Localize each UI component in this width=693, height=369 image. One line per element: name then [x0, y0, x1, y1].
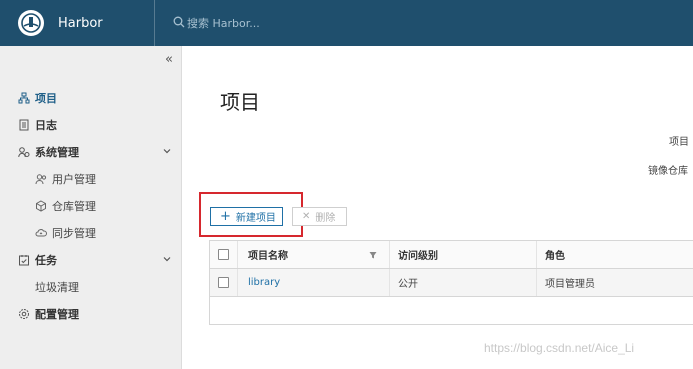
project-name-cell: library [238, 269, 390, 296]
chevron-down-icon[interactable] [162, 146, 172, 159]
select-all-checkbox[interactable] [218, 249, 229, 260]
table-row[interactable]: library 公开 项目管理员 [210, 269, 693, 297]
column-header-name[interactable]: 项目名称 [238, 241, 390, 268]
sidebar-item-config[interactable]: 配置管理 [0, 300, 182, 327]
sidebar-item-users[interactable]: 用户管理 [0, 165, 182, 192]
watermark: https://blog.csdn.net/Aice_Li [484, 341, 635, 355]
sidebar-item-label: 项目 [35, 91, 57, 105]
new-project-button[interactable]: + 新建项目 [210, 207, 283, 226]
search-input[interactable] [187, 16, 347, 30]
harbor-logo-icon [18, 10, 44, 36]
sidebar-item-label: 同步管理 [52, 226, 96, 240]
sidebar-item-logs[interactable]: 日志 [0, 111, 182, 138]
select-all-cell [210, 241, 238, 268]
log-icon [18, 119, 30, 131]
delete-label: 删除 [315, 213, 336, 224]
stat-repos-label: 镜像仓库 [648, 166, 688, 177]
chevron-down-icon[interactable] [162, 254, 172, 267]
config-icon [18, 308, 30, 320]
sidebar-nav: 项目 日志 系统管理 用户管理 仓库管理 同步管理 任务 垃圾清理 配置管理 [0, 84, 182, 327]
registry-icon [35, 199, 47, 212]
sidebar-item-label: 用户管理 [52, 172, 96, 186]
project-table: 项目名称 访问级别 角色 library 公开 项目管理员 [209, 240, 693, 325]
sidebar-item-label: 垃圾清理 [35, 280, 79, 294]
app-name: Harbor [58, 15, 103, 31]
close-icon: ✕ [302, 211, 311, 222]
project-icon [18, 92, 30, 104]
column-header-label: 角色 [545, 251, 565, 262]
column-header-access[interactable]: 访问级别 [390, 241, 537, 268]
new-project-label: 新建项目 [235, 213, 276, 224]
user-icon [35, 173, 47, 185]
sidebar-item-gc[interactable]: 垃圾清理 [0, 273, 182, 300]
sidebar-item-label: 任务 [35, 253, 57, 267]
search-icon [173, 16, 185, 31]
sidebar-item-label: 仓库管理 [52, 199, 96, 213]
column-header-label: 项目名称 [248, 251, 288, 262]
task-icon [18, 254, 30, 266]
sidebar-item-admin[interactable]: 系统管理 [0, 138, 182, 165]
brand[interactable]: Harbor [0, 0, 155, 46]
sidebar: « 项目 日志 系统管理 用户管理 仓库管理 同步管理 任务 垃圾清理 配置管理 [0, 46, 182, 369]
global-search[interactable] [155, 0, 347, 46]
project-name-link[interactable]: library [248, 277, 280, 288]
plus-icon: + [220, 209, 231, 224]
table-header: 项目名称 访问级别 角色 [210, 241, 693, 269]
replication-icon [35, 227, 47, 239]
filter-icon[interactable] [369, 251, 377, 262]
top-header: Harbor [0, 0, 693, 46]
main-content: 项目 项目 镜像仓库 + 新建项目 ✕ 删除 项目名称 访问级别 角色 libr… [183, 46, 693, 369]
column-header-label: 访问级别 [398, 251, 438, 262]
page-title: 项目 [220, 90, 260, 114]
sidebar-item-label: 日志 [35, 118, 57, 132]
delete-button[interactable]: ✕ 删除 [292, 207, 347, 226]
access-level-cell: 公开 [390, 269, 537, 296]
admin-icon [18, 146, 30, 158]
sidebar-item-tasks[interactable]: 任务 [0, 246, 182, 273]
sidebar-item-label: 系统管理 [35, 145, 79, 159]
sidebar-item-replication[interactable]: 同步管理 [0, 219, 182, 246]
collapse-icon[interactable]: « [165, 52, 173, 67]
sidebar-item-registries[interactable]: 仓库管理 [0, 192, 182, 219]
column-header-role[interactable]: 角色 [537, 241, 693, 268]
sidebar-item-label: 配置管理 [35, 307, 79, 321]
stat-projects-label: 项目 [669, 137, 689, 148]
row-select-cell [210, 269, 238, 296]
role-cell: 项目管理员 [545, 279, 595, 290]
sidebar-item-projects[interactable]: 项目 [0, 84, 182, 111]
row-checkbox[interactable] [218, 277, 229, 288]
